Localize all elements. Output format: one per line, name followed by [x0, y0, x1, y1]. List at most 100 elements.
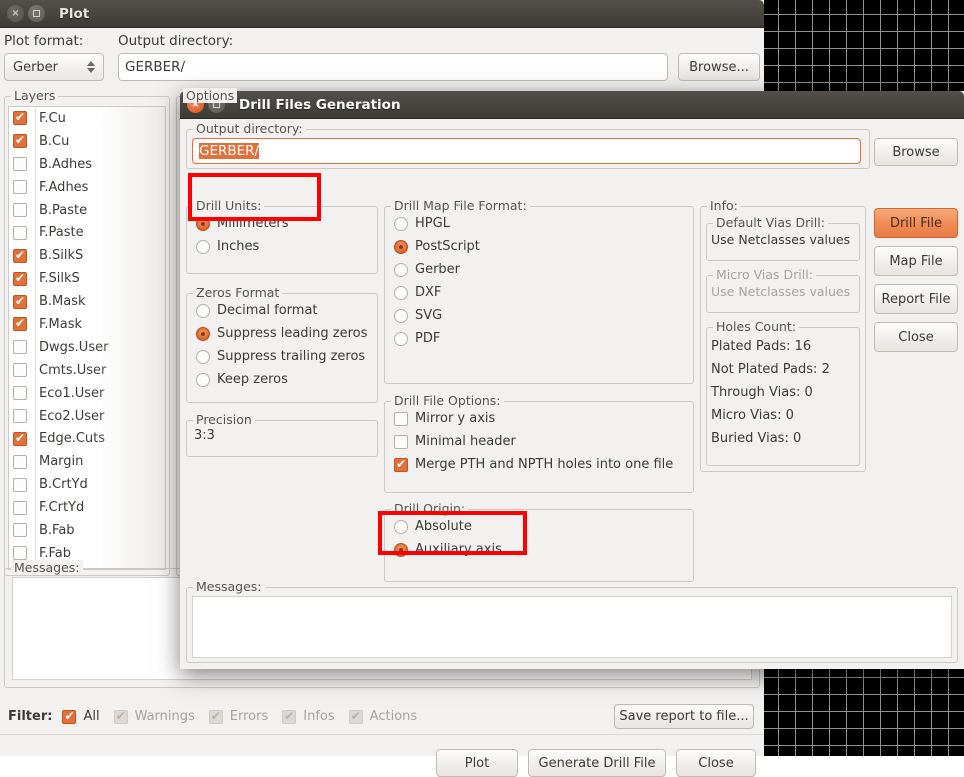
- drill-origin-radio-0[interactable]: Absolute: [394, 515, 694, 538]
- layer-list-item[interactable]: F.SilkS: [9, 267, 165, 290]
- radio-icon[interactable]: [394, 331, 408, 346]
- radio-icon[interactable]: [196, 239, 210, 254]
- radio-icon[interactable]: [196, 372, 210, 387]
- layer-list-item[interactable]: Eco2.User: [9, 405, 165, 428]
- radio-icon[interactable]: [394, 239, 408, 254]
- drill-units-radio-1[interactable]: Inches: [196, 235, 378, 258]
- zeros-format-radio-0[interactable]: Decimal format: [196, 299, 378, 322]
- drill-map-radio-3[interactable]: DXF: [394, 281, 694, 304]
- zeros-format-radio-1[interactable]: Suppress leading zeros: [196, 322, 378, 345]
- layer-checkbox-icon[interactable]: [13, 294, 27, 309]
- generate-drill-file-button[interactable]: Generate Drill File: [528, 749, 666, 777]
- radio-icon[interactable]: [196, 303, 210, 318]
- drill-map-radio-1[interactable]: PostScript: [394, 235, 694, 258]
- layer-list-item[interactable]: F.Paste: [9, 221, 165, 244]
- layer-checkbox-icon[interactable]: [13, 340, 27, 355]
- drill-action-buttons[interactable]: Drill File Map File Report File Close: [874, 208, 958, 360]
- plot-close-button[interactable]: Close: [676, 749, 756, 777]
- radio-icon[interactable]: [394, 519, 408, 534]
- plot-browse-button[interactable]: Browse...: [678, 53, 760, 81]
- save-report-to-file-button[interactable]: Save report to file...: [614, 704, 754, 729]
- checkbox-icon[interactable]: [394, 457, 408, 472]
- drill-map-radio-0[interactable]: HPGL: [394, 212, 694, 235]
- layer-checkbox-icon[interactable]: [13, 431, 27, 446]
- layers-list[interactable]: F.Cu B.Cu B.Adhes F.Adhes B.Paste F.Paste B.Si…: [9, 107, 165, 565]
- drill-messages-textarea[interactable]: [192, 596, 952, 658]
- drill-file-option-1[interactable]: Minimal header: [394, 430, 694, 453]
- layer-checkbox-icon[interactable]: [13, 203, 27, 217]
- filter-items[interactable]: All Warnings Errors Infos Actions: [62, 705, 417, 728]
- radio-icon[interactable]: [196, 216, 210, 231]
- drill-map-radio-4[interactable]: SVG: [394, 304, 694, 327]
- layer-list-item[interactable]: B.Cu: [9, 130, 165, 153]
- layer-list-item[interactable]: Margin: [9, 450, 165, 473]
- radio-icon[interactable]: [394, 542, 408, 557]
- radio-icon[interactable]: [394, 308, 408, 323]
- layer-checkbox-icon[interactable]: [13, 523, 27, 538]
- layer-list-item[interactable]: B.CrtYd: [9, 473, 165, 496]
- radio-icon[interactable]: [394, 285, 408, 300]
- plot-window-close-icon[interactable]: ×: [7, 5, 24, 22]
- layer-checkbox-icon[interactable]: [13, 477, 27, 492]
- layer-checkbox-icon[interactable]: [13, 409, 27, 424]
- radio-label: HPGL: [415, 216, 450, 231]
- zeros-format-radio-3[interactable]: Keep zeros: [196, 368, 378, 391]
- drill-origin-radio-1[interactable]: Auxiliary axis: [394, 538, 694, 561]
- radio-icon[interactable]: [196, 326, 210, 341]
- layers-listbox[interactable]: F.Cu B.Cu B.Adhes F.Adhes B.Paste F.Paste B.Si…: [8, 106, 166, 570]
- layer-list-item[interactable]: B.SilkS: [9, 244, 165, 267]
- layer-list-item[interactable]: B.Fab: [9, 519, 165, 542]
- plot-button[interactable]: Plot: [436, 749, 518, 777]
- layer-checkbox-icon[interactable]: [13, 110, 27, 126]
- drill-action-button-drill-file[interactable]: Drill File: [874, 208, 958, 238]
- layer-checkbox-icon[interactable]: [13, 225, 27, 240]
- layer-list-item[interactable]: Edge.Cuts: [9, 427, 165, 450]
- drill-file-option-0[interactable]: Mirror y axis: [394, 407, 694, 430]
- plot-format-combo[interactable]: Gerber: [4, 53, 104, 81]
- checkbox-icon[interactable]: [394, 411, 408, 426]
- drill-output-directory-input[interactable]: GERBER/: [192, 138, 861, 164]
- layer-checkbox-icon[interactable]: [13, 157, 27, 172]
- drill-action-button-map-file[interactable]: Map File: [874, 246, 958, 276]
- radio-icon[interactable]: [394, 216, 408, 231]
- layer-list-item[interactable]: B.Adhes: [9, 153, 165, 176]
- layer-checkbox-icon[interactable]: [13, 271, 27, 286]
- layer-list-item[interactable]: F.Mask: [9, 313, 165, 336]
- layer-list-item[interactable]: F.Adhes: [9, 176, 165, 199]
- checkbox-icon[interactable]: [394, 434, 408, 449]
- drill-browse-button[interactable]: Browse: [874, 138, 958, 166]
- zeros-format-radio-2[interactable]: Suppress trailing zeros: [196, 345, 378, 368]
- layer-checkbox-icon[interactable]: [13, 248, 27, 263]
- plot-output-directory-input[interactable]: GERBER/: [118, 53, 668, 81]
- filter-checkbox-0[interactable]: All: [62, 705, 100, 728]
- drill-action-button-report-file[interactable]: Report File: [874, 284, 958, 314]
- radio-label: Decimal format: [217, 303, 318, 318]
- layer-checkbox-icon[interactable]: [13, 454, 27, 469]
- zeros-format-options[interactable]: Decimal format Suppress leading zeros Supp…: [186, 285, 378, 391]
- layer-checkbox-icon[interactable]: [13, 546, 27, 561]
- radio-icon[interactable]: [394, 262, 408, 277]
- radio-icon[interactable]: [196, 349, 210, 364]
- layer-list-item[interactable]: Cmts.User: [9, 359, 165, 382]
- drill-map-radio-5[interactable]: PDF: [394, 327, 694, 350]
- layer-label: B.Paste: [39, 202, 88, 218]
- plot-window-maximize-icon[interactable]: [28, 5, 45, 22]
- layer-checkbox-icon[interactable]: [13, 316, 27, 332]
- layer-list-item[interactable]: B.Mask: [9, 290, 165, 313]
- drill-file-option-2[interactable]: Merge PTH and NPTH holes into one file: [394, 453, 694, 476]
- drill-units-radio-0[interactable]: Millimeters: [196, 212, 378, 235]
- layer-list-item[interactable]: Eco1.User: [9, 382, 165, 405]
- layer-checkbox-icon[interactable]: [13, 386, 27, 401]
- layer-list-item[interactable]: Dwgs.User: [9, 336, 165, 359]
- layer-checkbox-icon[interactable]: [13, 500, 27, 515]
- layer-checkbox-icon[interactable]: [13, 133, 27, 149]
- layer-list-item[interactable]: F.CrtYd: [9, 496, 165, 519]
- layer-checkbox-icon[interactable]: [13, 180, 27, 195]
- drill-map-file-format-options[interactable]: HPGL PostScript Gerber DXF SVG PDF: [384, 198, 694, 350]
- layer-checkbox-icon[interactable]: [13, 363, 27, 378]
- drill-map-radio-2[interactable]: Gerber: [394, 258, 694, 281]
- layer-list-item[interactable]: B.Paste: [9, 199, 165, 222]
- checkbox-icon[interactable]: [62, 709, 77, 724]
- drill-action-button-close[interactable]: Close: [874, 322, 958, 352]
- layer-list-item[interactable]: F.Cu: [9, 107, 165, 130]
